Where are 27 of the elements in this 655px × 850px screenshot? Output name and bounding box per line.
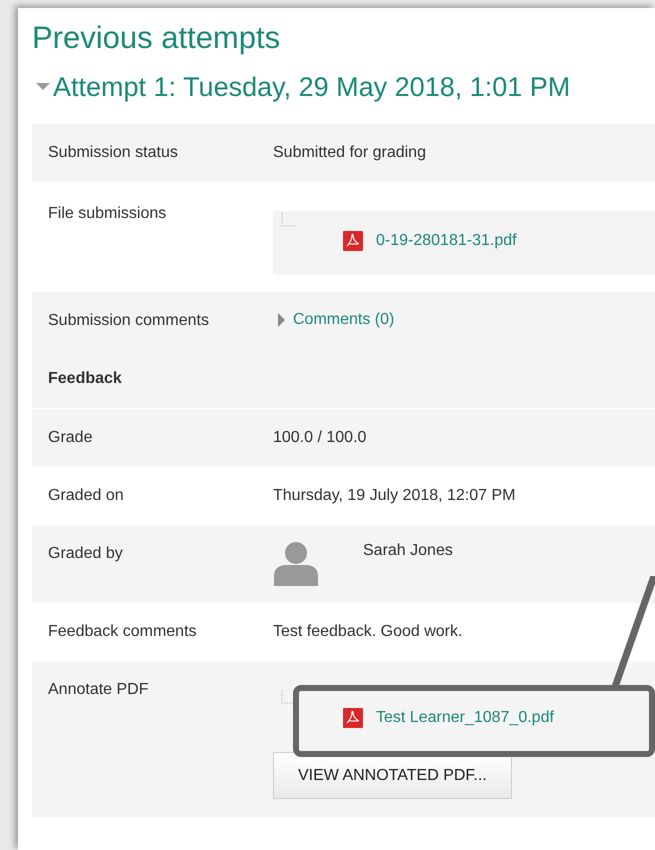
file-link[interactable]: Test Learner_1087_0.pdf [376,709,554,727]
field-value: 100.0 / 100.0 [273,428,366,448]
collapse-icon[interactable] [36,83,50,91]
comments-link[interactable]: Comments (0) [293,311,394,329]
file-link[interactable]: 0-19-280181-31.pdf [376,232,517,250]
field-label: File submissions [48,204,168,224]
field-value: Thursday, 19 July 2018, 12:07 PM [273,486,516,506]
expand-icon[interactable] [278,313,286,327]
user-name: Sarah Jones [363,542,453,560]
field-label: Feedback comments [48,622,198,642]
tree-connector-icon [281,690,295,704]
user-avatar-icon [273,540,319,586]
pdf-file-icon [343,231,363,251]
field-label: Graded on [48,486,125,506]
view-annotated-pdf-button[interactable]: VIEW ANNOTATED PDF... [273,752,512,799]
tree-connector-icon [281,213,295,227]
section-label: Feedback [48,370,122,387]
field-label: Submission status [48,143,179,163]
pdf-file-icon [343,708,363,728]
field-value: Submitted for grading [273,143,426,163]
field-label: Grade [48,428,94,448]
field-label: Annotate PDF [48,680,150,700]
field-value: Test feedback. Good work. [273,622,462,642]
section-heading: Previous attempts [32,19,282,57]
attempt-heading[interactable]: Attempt 1: Tuesday, 29 May 2018, 1:01 PM [53,70,570,104]
field-label: Submission comments [48,311,210,331]
field-label: Graded by [48,544,124,564]
